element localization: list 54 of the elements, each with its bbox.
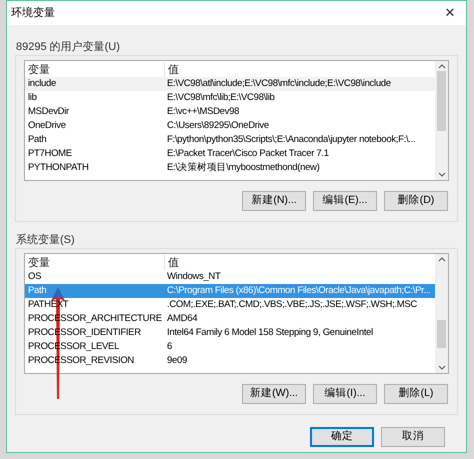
scroll-down-icon[interactable] (438, 365, 446, 371)
list-row[interactable]: OS Windows_NT (25, 270, 435, 284)
list-row[interactable]: OneDrive C:\Users\89295\OneDrive (25, 119, 435, 133)
close-button[interactable]: ✕ (438, 3, 462, 23)
table-cell-text: .COM;.EXE;.BAT;.CMD;.VBS;.VBE;.JS;.JSE;.WSF;.WSH;.MSC (166, 298, 417, 312)
table-cell-text: Windows_NT (166, 270, 220, 284)
table-cell-text: OneDrive (27, 118, 67, 133)
dialog-button[interactable]: 编辑(E)... (313, 191, 377, 211)
dialog-button[interactable]: 删除(D) (384, 191, 448, 211)
table-cell-text: E:\决策树项目\myboostmethond(new) (166, 160, 320, 175)
table-cell-text: 9e09 (166, 354, 187, 368)
table-cell-text: E:\VC98\mfc\lib;E:\VC98\lib (166, 90, 275, 105)
table-cell-text: Intel64 Family 6 Model 158 Stepping 9, GenuineIntel (166, 326, 373, 340)
table-cell-text: C:\Users\89295\OneDrive (166, 118, 269, 133)
window-title: 环境变量 (11, 6, 55, 21)
list-row[interactable]: MSDevDir E:\vc++\MSDev98 (25, 105, 435, 119)
table-cell-text: Path (27, 284, 48, 298)
dialog-button[interactable]: 新建(N)... (242, 191, 306, 211)
column-header[interactable]: 值 (165, 255, 179, 270)
scroll-down-icon[interactable] (438, 172, 446, 178)
column-header[interactable]: 变量 (25, 255, 165, 270)
table-cell-text: C:\Program Files (x86)\Common Files\Oracle\Java\javapath;C:\Pr... (166, 284, 430, 298)
list-row[interactable]: PYTHONPATH E:\决策树项目\myboostmethond(new) (25, 161, 435, 175)
dialog-button[interactable]: 编辑(I)... (313, 384, 377, 404)
scrollbar-thumb[interactable] (437, 320, 446, 348)
dialog-button[interactable]: 新建(W)... (242, 384, 306, 404)
table-cell-text: 6 (166, 340, 172, 354)
list-row[interactable]: Path F:\python\python35\Scripts\;E:\Anaconda\jupyter notebook;F:\... (25, 133, 435, 147)
group-label: 系统变量(S) (16, 232, 76, 248)
scrollbar[interactable] (435, 254, 448, 373)
table-cell-text: lib (27, 90, 38, 105)
scroll-up-icon[interactable] (438, 63, 446, 69)
table-cell-text: AMD64 (166, 312, 198, 326)
table-cell-text: E:\VC98\atl\include;E:\VC98\mfc\include;E:\VC98\include (166, 76, 391, 91)
scroll-up-icon[interactable] (438, 256, 446, 262)
scrollbar[interactable] (435, 61, 448, 180)
cancel-button[interactable]: 取消 (381, 427, 445, 447)
table-cell-text: PT7HOME (27, 146, 73, 161)
table-cell-text: include (27, 76, 58, 91)
group-label: 89295 的用户变量(U) (16, 40, 121, 55)
list-row[interactable]: lib E:\VC98\mfc\lib;E:\VC98\lib (25, 91, 435, 105)
table-cell-text: E:\Packet Tracer\Cisco Packet Tracer 7.1 (166, 146, 329, 161)
table-cell-text: MSDevDir (27, 104, 70, 119)
table-cell-text: Path (27, 132, 48, 147)
ok-button[interactable]: 确定 (310, 427, 374, 447)
list-row[interactable]: PT7HOME E:\Packet Tracer\Cisco Packet Tracer 7.1 (25, 147, 435, 161)
scrollbar-thumb[interactable] (437, 71, 446, 131)
table-cell-text: E:\vc++\MSDev98 (166, 104, 240, 119)
column-header[interactable]: 值 (165, 62, 179, 77)
table-cell-text: OS (27, 270, 42, 284)
list-row[interactable]: include E:\VC98\atl\include;E:\VC98\mfc\include;E:\VC98\include (25, 77, 435, 91)
table-cell-text: F:\python\python35\Scripts\;E:\Anaconda\jupyter notebook;F:\... (166, 132, 416, 147)
table-cell-text: PYTHONPATH (27, 160, 90, 175)
dialog-button[interactable]: 删除(L) (384, 384, 448, 404)
